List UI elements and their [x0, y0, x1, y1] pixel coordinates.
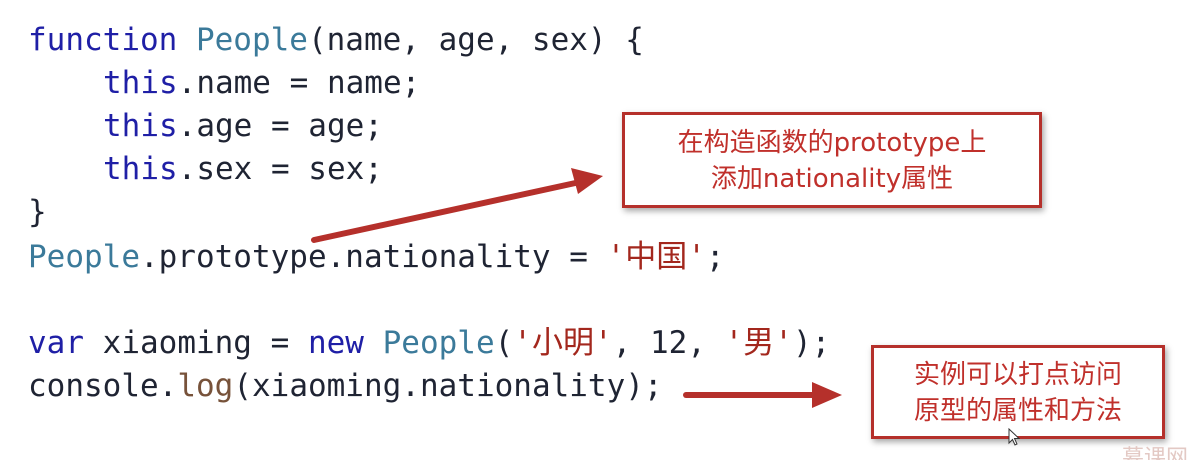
callout-prototype-note: 在构造函数的prototype上 添加nationality属性: [622, 112, 1042, 208]
mouse-pointer-icon: [1008, 428, 1020, 446]
callout-top-line-2: 添加nationality属性: [710, 164, 954, 194]
callout-top-line-1: 在构造函数的prototype上: [677, 128, 987, 158]
callout-bottom-line-1: 实例可以打点访问: [913, 360, 1122, 390]
arrow-to-top-callout-icon: [311, 168, 603, 243]
watermark-logo: 慕课网: [1122, 446, 1188, 460]
callout-bottom-line-2: 原型的属性和方法: [913, 396, 1122, 426]
callout-instance-note: 实例可以打点访问 原型的属性和方法: [871, 345, 1165, 439]
arrow-to-bottom-callout-icon: [683, 382, 842, 408]
